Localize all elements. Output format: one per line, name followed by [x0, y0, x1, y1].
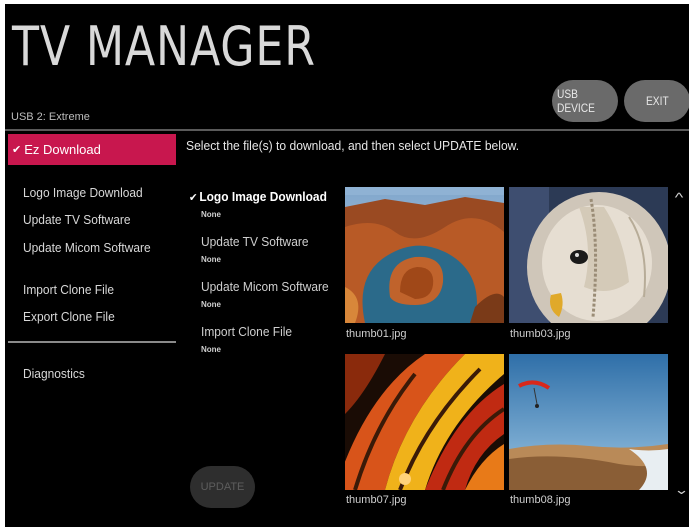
sidebar-item-import-clone-file[interactable]: Import Clone File: [23, 282, 114, 297]
canyon-image: [345, 187, 504, 323]
owl-image: [509, 187, 668, 323]
tv-manager-screen: TV MANAGER USB 2: Extreme USB DEVICE EXI…: [5, 4, 689, 527]
option-update-tv-software[interactable]: Update TV Software: [201, 234, 308, 249]
option-update-micom-software[interactable]: Update Micom Software: [201, 279, 329, 294]
check-icon: ✔: [189, 192, 198, 204]
sidebar-item-ez-download[interactable]: ✔ Ez Download: [8, 134, 176, 165]
sidebar-item-export-clone-file[interactable]: Export Clone File: [23, 309, 115, 324]
thumbnail-owl[interactable]: [509, 187, 668, 323]
sidebar-item-update-micom-software[interactable]: Update Micom Software: [23, 240, 151, 255]
option-value: None: [201, 255, 221, 264]
balloon-image: [345, 354, 504, 490]
thumbnail-balloon[interactable]: [345, 354, 504, 490]
header-divider: [5, 129, 689, 131]
thumbnail-caption: thumb07.jpg: [346, 494, 407, 506]
usb-source-label: USB 2: Extreme: [11, 111, 90, 123]
option-logo-image-download[interactable]: ✔ Logo Image Download: [189, 189, 327, 204]
option-value: None: [201, 300, 221, 309]
page-title: TV MANAGER: [12, 15, 316, 78]
sidebar-divider: [8, 341, 176, 343]
option-import-clone-file[interactable]: Import Clone File: [201, 324, 292, 339]
usb-device-button[interactable]: USB DEVICE: [552, 80, 618, 122]
thumbnail-caption: thumb03.jpg: [510, 328, 571, 340]
check-icon: ✔: [12, 144, 22, 156]
option-value: None: [201, 210, 221, 219]
sidebar-item-diagnostics[interactable]: Diagnostics: [23, 366, 85, 381]
sidebar-item-update-tv-software[interactable]: Update TV Software: [23, 212, 130, 227]
thumbnail-paraglider[interactable]: [509, 354, 668, 490]
scroll-down-icon[interactable]: ⌄: [674, 482, 689, 498]
exit-button[interactable]: EXIT: [624, 80, 689, 122]
sidebar-item-logo-image-download[interactable]: Logo Image Download: [23, 185, 143, 200]
instruction-text: Select the file(s) to download, and then…: [186, 138, 520, 153]
thumbnail-caption: thumb01.jpg: [346, 328, 407, 340]
option-value: None: [201, 345, 221, 354]
paraglider-image: [509, 354, 668, 490]
thumbnail-caption: thumb08.jpg: [510, 494, 571, 506]
scroll-up-icon[interactable]: ^: [675, 190, 684, 205]
thumbnail-canyon[interactable]: [345, 187, 504, 323]
update-button[interactable]: UPDATE: [190, 466, 255, 508]
